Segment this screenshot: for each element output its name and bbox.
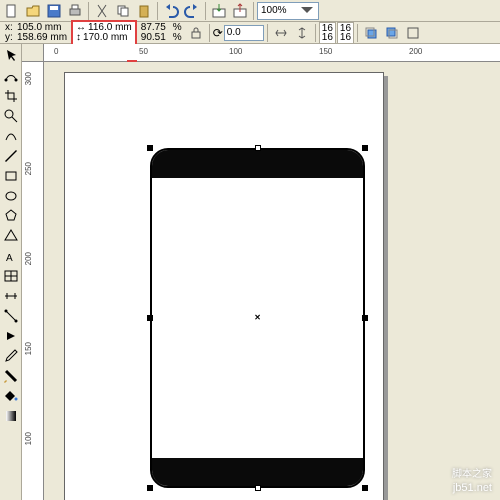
width-value[interactable]: 116.0 mm <box>88 23 132 33</box>
percent-label: % % <box>170 23 185 43</box>
tablet-bottom-bezel <box>152 458 363 486</box>
height-value[interactable]: 170.0 mm <box>83 33 127 43</box>
eyedropper-tool[interactable] <box>1 346 21 366</box>
separator <box>357 24 358 42</box>
height-arrow-icon: ↕ <box>76 33 81 43</box>
selection-handle-s[interactable] <box>255 485 261 491</box>
open-button[interactable] <box>23 1 43 21</box>
wrap-button[interactable] <box>403 23 423 43</box>
position-display: x:105.0 mm y:158.69 mm <box>2 23 70 43</box>
connector-tool[interactable] <box>1 306 21 326</box>
to-front-button[interactable] <box>361 23 381 43</box>
shape-tool[interactable] <box>1 66 21 86</box>
watermark-url: jb51.net <box>452 482 492 494</box>
zoom-tool[interactable] <box>1 106 21 126</box>
redo-button[interactable] <box>182 1 202 21</box>
selection-handle-e[interactable] <box>362 315 368 321</box>
separator <box>267 24 268 42</box>
selected-object-tablet[interactable]: × <box>150 148 365 488</box>
rotate-icon: ⟳ <box>213 26 223 40</box>
separator <box>205 2 206 20</box>
separator <box>253 2 254 20</box>
fill-tool[interactable] <box>1 386 21 406</box>
horizontal-ruler[interactable]: 0 50 100 150 200 <box>44 44 500 62</box>
canvas-area: 0 50 100 150 200 300 250 200 150 100 × <box>22 44 500 500</box>
nudge-group-1[interactable]: 16 16 <box>319 22 336 44</box>
property-bar: x:105.0 mm y:158.69 mm ↔116.0 mm ↕170.0 … <box>0 22 500 44</box>
ellipse-tool[interactable] <box>1 186 21 206</box>
selection-handle-nw[interactable] <box>147 145 153 151</box>
object-center-marker: × <box>255 313 261 324</box>
y-label: y: <box>5 33 15 43</box>
interactive-tool[interactable] <box>1 326 21 346</box>
lock-ratio-button[interactable] <box>186 23 206 43</box>
cut-button[interactable] <box>92 1 112 21</box>
import-button[interactable] <box>209 1 229 21</box>
crop-tool[interactable] <box>1 86 21 106</box>
selection-handle-n[interactable] <box>255 145 261 151</box>
interactive-fill-tool[interactable] <box>1 406 21 426</box>
export-button[interactable] <box>230 1 250 21</box>
ruler-origin[interactable] <box>22 44 44 62</box>
rectangle-tool[interactable] <box>1 166 21 186</box>
paste-button[interactable] <box>134 1 154 21</box>
save-button[interactable] <box>44 1 64 21</box>
tablet-top-bezel <box>152 150 363 178</box>
separator <box>157 2 158 20</box>
nudge-group-2[interactable]: 16 16 <box>337 22 354 44</box>
mirror-v-button[interactable] <box>292 23 312 43</box>
freehand-tool[interactable] <box>1 126 21 146</box>
workspace: A 0 50 100 150 200 300 250 200 150 100 <box>0 44 500 500</box>
pick-tool[interactable] <box>1 46 21 66</box>
new-button[interactable] <box>2 1 22 21</box>
vertical-ruler[interactable]: 300 250 200 150 100 <box>22 62 44 500</box>
selection-handle-se[interactable] <box>362 485 368 491</box>
separator <box>209 24 210 42</box>
watermark: 脚本之家 jb51.net <box>452 461 492 494</box>
chevron-down-icon <box>299 3 315 19</box>
page: × <box>64 72 384 500</box>
tablet-shape: × <box>150 148 365 488</box>
size-fields-highlighted: ↔116.0 mm ↕170.0 mm <box>71 20 137 46</box>
width-arrow-icon: ↔ <box>76 23 86 33</box>
rotation-input[interactable] <box>224 25 264 41</box>
y-value: 158.69 mm <box>17 33 67 43</box>
to-back-button[interactable] <box>382 23 402 43</box>
zoom-value: 100% <box>261 5 287 16</box>
dimension-tool[interactable] <box>1 286 21 306</box>
outline-tool[interactable] <box>1 366 21 386</box>
undo-button[interactable] <box>161 1 181 21</box>
print-button[interactable] <box>65 1 85 21</box>
watermark-text: 脚本之家 <box>452 469 492 480</box>
polygon-tool[interactable] <box>1 206 21 226</box>
selection-handle-ne[interactable] <box>362 145 368 151</box>
scale-y[interactable]: 90.51 <box>141 32 166 43</box>
svg-text:A: A <box>6 253 13 264</box>
smart-drawing-tool[interactable] <box>1 146 21 166</box>
mirror-h-button[interactable] <box>271 23 291 43</box>
text-tool[interactable]: A <box>1 246 21 266</box>
selection-handle-w[interactable] <box>147 315 153 321</box>
basic-shapes-tool[interactable] <box>1 226 21 246</box>
copy-button[interactable] <box>113 1 133 21</box>
zoom-dropdown[interactable]: 100% <box>257 2 319 20</box>
scale-display: 87.75 90.51 <box>138 23 169 43</box>
separator <box>88 2 89 20</box>
selection-handle-sw[interactable] <box>147 485 153 491</box>
x-value: 105.0 mm <box>17 23 61 33</box>
toolbox: A <box>0 44 22 500</box>
drawing-area[interactable]: × <box>44 62 500 500</box>
table-tool[interactable] <box>1 266 21 286</box>
x-label: x: <box>5 23 15 33</box>
separator <box>315 24 316 42</box>
